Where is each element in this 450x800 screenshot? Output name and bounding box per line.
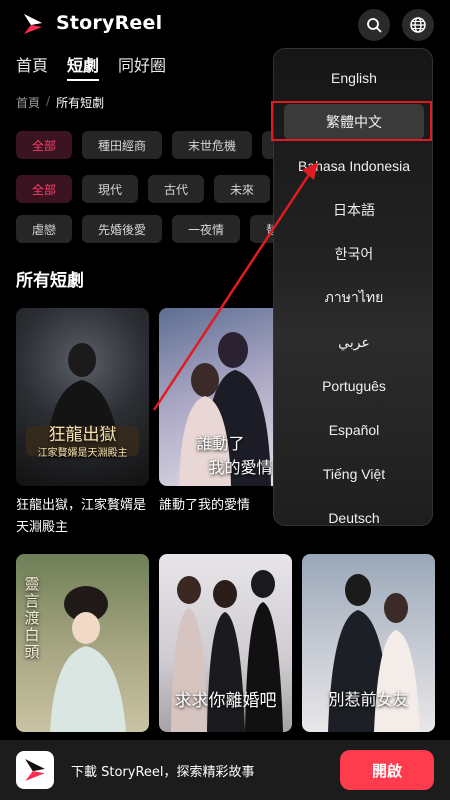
download-banner: 下載 StoryReel，探索精彩故事 開啟 [0, 740, 450, 800]
annotation-arrow [152, 162, 318, 411]
open-app-button[interactable]: 開啟 [340, 750, 434, 790]
storyreel-logo-icon [25, 759, 45, 781]
banner-logo [16, 751, 54, 789]
banner-text: 下載 StoryReel，探索精彩故事 [71, 765, 255, 780]
